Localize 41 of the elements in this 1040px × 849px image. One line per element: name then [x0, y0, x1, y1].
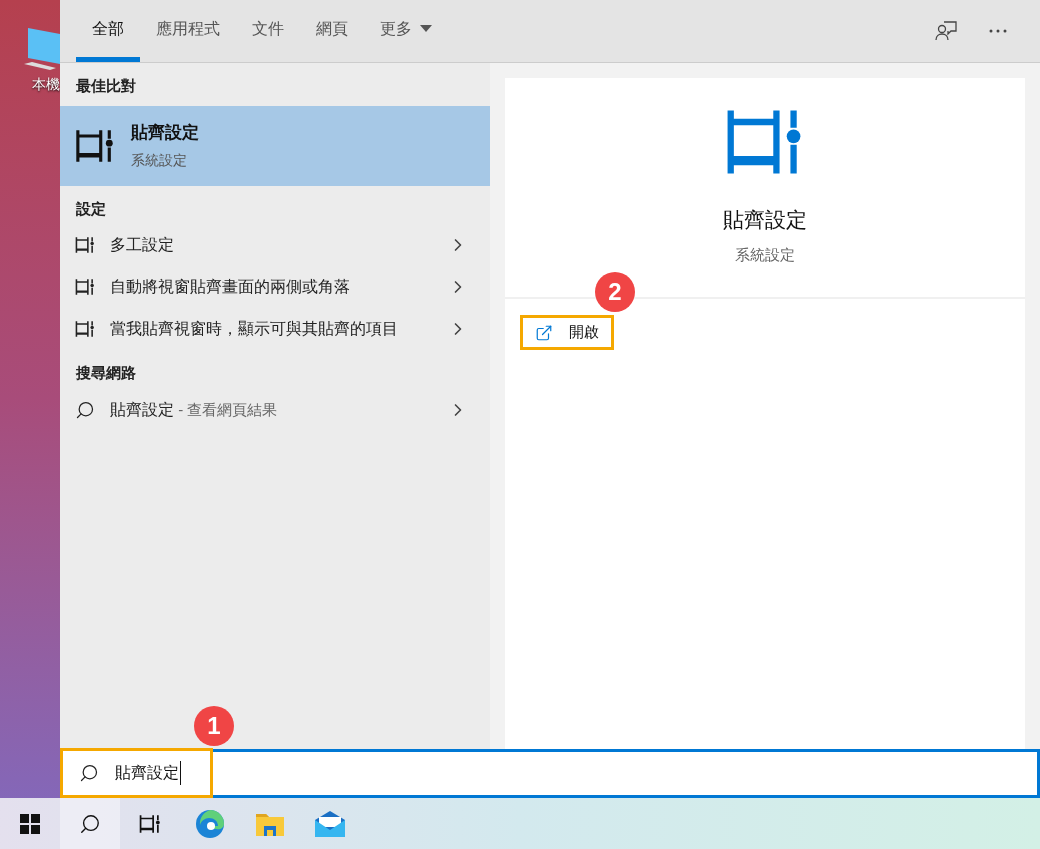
snap-layout-icon — [75, 319, 95, 339]
external-link-icon — [535, 323, 553, 342]
snap-layout-icon — [139, 812, 161, 835]
dropdown-arrow-icon — [420, 24, 432, 33]
result-item[interactable]: 當我貼齊視窗時，顯示可與其貼齊的項目 — [60, 308, 490, 350]
search-field[interactable]: 貼齊設定 — [60, 748, 213, 798]
desktop-icon-label: 本機 — [32, 75, 60, 94]
section-heading: 搜尋網路 — [75, 363, 137, 383]
result-label: 當我貼齊視窗時，顯示可與其貼齊的項目 — [110, 319, 399, 339]
windows-logo-icon — [20, 813, 40, 834]
step-number-badge: 2 — [595, 272, 635, 312]
best-match-item[interactable]: 貼齊設定 系統設定 — [60, 105, 490, 186]
result-label: 貼齊設定 - 查看網頁結果 — [110, 399, 279, 420]
taskbar-search-button[interactable] — [60, 798, 120, 849]
browser-icon — [195, 808, 225, 839]
best-match-subtitle: 系統設定 — [131, 150, 188, 170]
result-label: 多工設定 — [110, 235, 175, 255]
search-input-text: 貼齊設定 — [115, 761, 181, 785]
best-match-title: 貼齊設定 — [131, 122, 199, 145]
person-feedback-icon — [935, 20, 957, 42]
preview-title: 貼齊設定 — [723, 207, 807, 233]
search-bar[interactable] — [213, 749, 1040, 798]
filter-tab[interactable]: 應用程式 — [140, 0, 236, 62]
result-item[interactable]: 多工設定 — [60, 224, 490, 266]
ellipsis-icon — [989, 29, 1007, 33]
result-item[interactable]: 貼齊設定 - 查看網頁結果 — [60, 388, 490, 431]
search-icon — [79, 763, 99, 783]
search-icon — [75, 399, 95, 420]
result-label: 自動將視窗貼齊畫面的兩側或角落 — [110, 277, 351, 297]
preview-subtitle: 系統設定 — [735, 244, 795, 265]
result-item[interactable]: 自動將視窗貼齊畫面的兩側或角落 — [60, 266, 490, 308]
section-heading: 最佳比對 — [75, 76, 137, 96]
filter-tab[interactable]: 文件 — [236, 0, 300, 62]
envelope-icon — [315, 809, 345, 838]
section-heading: 設定 — [75, 198, 107, 219]
filter-tab[interactable]: 網頁 — [300, 0, 364, 62]
snap-layout-icon — [75, 235, 95, 255]
open-button[interactable]: 開啟 — [520, 315, 614, 350]
search-icon — [79, 812, 101, 835]
filter-tab[interactable]: 更多 — [364, 0, 448, 62]
snap-layout-icon — [75, 277, 95, 297]
